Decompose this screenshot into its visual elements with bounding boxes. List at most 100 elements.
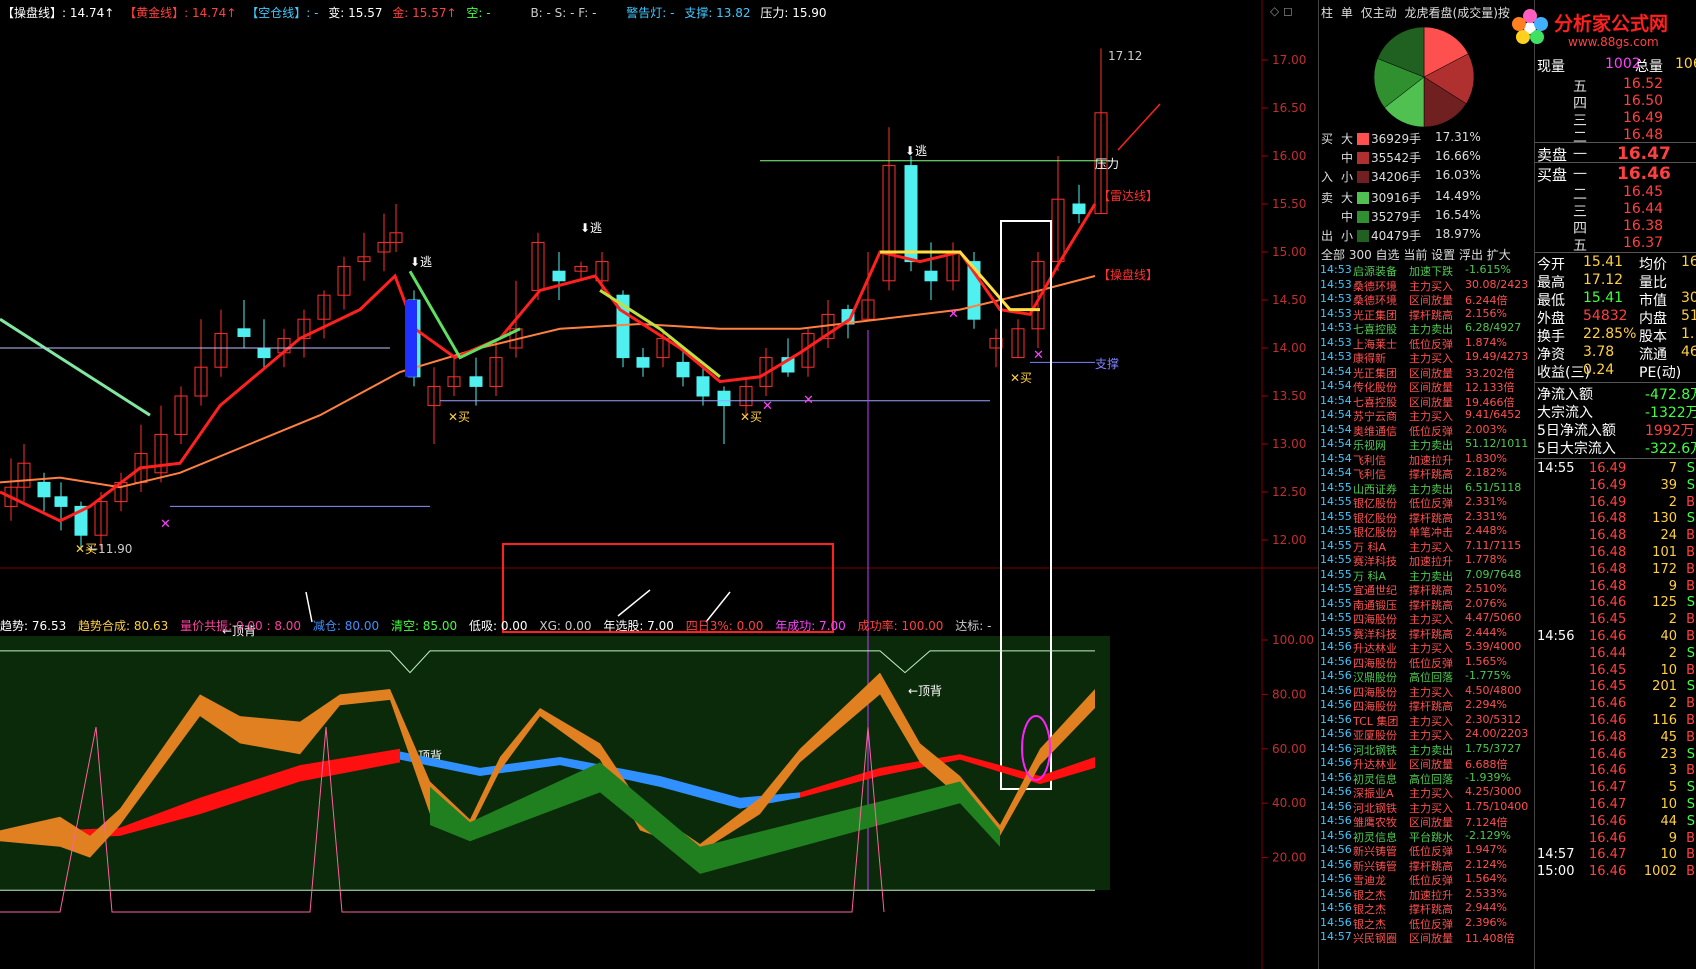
news-row[interactable]: 14:54 飞利信 撑杆跳高 2.182% — [1319, 466, 1535, 481]
news-row[interactable]: 14:56 亚厦股份 主力买入 24.00/2203 — [1319, 727, 1535, 742]
news-row[interactable]: 14:54 飞利信 加速拉升 1.830% — [1319, 452, 1535, 467]
kline-chart[interactable]: 17.00 16.50 16.00 15.50 15.00 14.50 14.00 13.50… — [0, 0, 1318, 969]
news-row[interactable]: 14:56 四海股份 撑杆跳高 2.294% — [1319, 698, 1535, 713]
quote-cell: 最高 — [1537, 275, 1565, 291]
signal-bar-blue — [405, 300, 417, 377]
tick-side: S — [1686, 477, 1695, 493]
main-chart-area[interactable]: 17.00 16.50 16.00 15.50 15.00 14.50 14.00 13.50… — [0, 0, 1318, 969]
news-row[interactable]: 14:53 启源装备 加速下跌 -1.615% — [1319, 263, 1535, 278]
news-row[interactable]: 14:56 四海股份 低位反弹 1.565% — [1319, 655, 1535, 670]
news-row[interactable]: 14:54 光正集团 区间放量 33.202倍 — [1319, 365, 1535, 380]
news-row[interactable]: 14:53 桑德环境 主力买入 30.08/2423 — [1319, 278, 1535, 293]
news-row[interactable]: 14:55 银亿股份 低位反弹 2.331% — [1319, 495, 1535, 510]
news-row[interactable]: 14:55 宜通世纪 撑杆跳高 2.510% — [1319, 582, 1535, 597]
quote-cell: 17.12 — [1583, 272, 1624, 288]
sub-tick-label: 80.00 — [1272, 687, 1306, 701]
tab-longhu[interactable]: 龙虎看盘(成交量)按 — [1405, 6, 1510, 20]
high-price-label: 17.12 — [1108, 49, 1142, 63]
tab-bar[interactable]: 柱 — [1321, 6, 1333, 20]
sub-indicator-header: 趋势: 76.53 趋势合成: 80.63 量价共振: 0.00 : 8.00 … — [0, 617, 999, 634]
news-row[interactable]: 14:56 河北钢铁 主力买入 1.75/10400 — [1319, 800, 1535, 815]
news-row[interactable]: 14:55 山西证券 主力卖出 6.51/5118 — [1319, 481, 1535, 496]
news-row[interactable]: 14:56 升达林业 区间放量 6.688倍 — [1319, 756, 1535, 771]
news-row[interactable]: 14:53 桑德环境 区间放量 6.244倍 — [1319, 292, 1535, 307]
news-row[interactable]: 14:55 银亿股份 撑杆跳高 2.331% — [1319, 510, 1535, 525]
news-row[interactable]: 14:53 康得新 主力买入 19.49/4273 — [1319, 350, 1535, 365]
divider — [1535, 382, 1696, 383]
quote-cell: 外盘 — [1537, 311, 1565, 327]
news-row[interactable]: 14:57 兴民钢圈 区间放量 11.408倍 — [1319, 930, 1535, 945]
news-row[interactable]: 14:54 传化股份 区间放量 12.133倍 — [1319, 379, 1535, 394]
news-row[interactable]: 14:53 上海莱士 低位反弹 1.874% — [1319, 336, 1535, 351]
news-row[interactable]: 14:54 奥维通信 低位反弹 2.003% — [1319, 423, 1535, 438]
caozuo-line-value: 【操盘线】: 14.74↑ — [2, 6, 115, 20]
window-controls[interactable]: ◇ ◻ — [1270, 4, 1293, 18]
quote-cell: PE(动) — [1639, 365, 1682, 381]
news-row[interactable]: 14:56 四海股份 主力买入 4.50/4800 — [1319, 684, 1535, 699]
tick-row: 14:56 16.46 40 B — [1535, 629, 1696, 646]
news-row[interactable]: 14:55 赛洋科技 加速拉升 1.778% — [1319, 553, 1535, 568]
news-row[interactable]: 14:54 乐视网 主力卖出 51.12/1011 — [1319, 437, 1535, 452]
news-row[interactable]: 14:55 赛洋科技 撑杆跳高 2.444% — [1319, 626, 1535, 641]
xg-value: XG: 0.00 — [539, 619, 592, 633]
news-row[interactable]: 14:55 四海股份 主力买入 4.47/5060 — [1319, 611, 1535, 626]
news-row[interactable]: 14:55 万 科A 主力买入 7.11/7115 — [1319, 539, 1535, 554]
quote-cell: 22.85% — [1583, 326, 1637, 342]
caopan-line-label: 【操盘线】 — [1098, 267, 1158, 282]
tick-time: 14:57 — [1537, 847, 1575, 863]
news-time: 14:56 — [1320, 843, 1352, 856]
news-row[interactable]: 14:56 深振业A 主力买入 4.25/3000 — [1319, 785, 1535, 800]
news-row[interactable]: 14:55 万 科A 主力卖出 7.09/7648 — [1319, 568, 1535, 583]
news-row[interactable]: 14:56 银之杰 加速拉升 2.533% — [1319, 887, 1535, 902]
escape-signal-label: ⬇逃 — [410, 255, 432, 269]
news-row[interactable]: 14:56 初灵信息 高位回落 -1.939% — [1319, 771, 1535, 786]
flow-swatch — [1357, 171, 1369, 183]
flow-row: 中 35542手 16.66% — [1319, 149, 1535, 168]
short-line-green — [408, 270, 521, 360]
news-row[interactable]: 14:56 雏鹰农牧 区间放量 7.124倍 — [1319, 814, 1535, 829]
filter-bar[interactable]: 全部 300 自选 当前 设置 浮出 扩大 — [1321, 246, 1511, 263]
tick-volume: 116 — [1652, 713, 1677, 728]
news-row[interactable]: 14:54 七喜控股 区间放量 19.466倍 — [1319, 394, 1535, 409]
flow-side: 出 — [1321, 229, 1334, 243]
news-row[interactable]: 14:56 升达林业 主力买入 5.39/4000 — [1319, 640, 1535, 655]
candle-body — [636, 357, 650, 368]
tick-volume: 201 — [1652, 679, 1677, 695]
news-row[interactable]: 14:55 南通锻压 撑杆跳高 2.076% — [1319, 597, 1535, 612]
tick-volume: 2 — [1668, 696, 1677, 712]
tick-price: 16.45 — [1589, 679, 1627, 695]
news-row[interactable]: 14:55 银亿股份 单笔冲击 2.448% — [1319, 524, 1535, 539]
tab-single[interactable]: 单 — [1341, 6, 1353, 20]
tab-active-only[interactable]: 仅主动 — [1361, 6, 1397, 20]
news-row[interactable]: 14:54 苏宁云商 主力买入 9.41/6452 — [1319, 408, 1535, 423]
news-time: 14:53 — [1320, 321, 1352, 334]
news-time: 14:54 — [1320, 393, 1352, 407]
news-value: 11.408倍 — [1465, 932, 1515, 945]
flow-size: 小 — [1341, 229, 1354, 243]
divider — [1535, 458, 1696, 459]
news-row[interactable]: 14:53 七喜控股 主力卖出 6.28/4927 — [1319, 321, 1535, 336]
sub-tick-label: 100.00 — [1272, 633, 1314, 647]
news-row[interactable]: 14:56 TCL 集团 主力买入 2.30/5312 — [1319, 713, 1535, 728]
tick-row: 16.46 44 S — [1535, 814, 1696, 831]
news-row[interactable]: 14:56 汉鼎股份 高位回落 -1.775% — [1319, 669, 1535, 684]
news-row[interactable]: 14:56 河北钢铁 主力卖出 1.75/3727 — [1319, 742, 1535, 757]
flow-row: 买大 36929手 17.31% — [1319, 130, 1535, 149]
news-row[interactable]: 14:56 银之杰 撑杆跳高 2.944% — [1319, 901, 1535, 916]
tick-side: S — [1686, 780, 1695, 796]
news-time: 14:53 — [1320, 292, 1352, 305]
news-row[interactable]: 14:56 新兴铸管 撑杆跳高 2.124% — [1319, 858, 1535, 873]
four-day-value: 四日3%: 0.00 — [685, 619, 764, 633]
news-row[interactable]: 14:56 雪迪龙 低位反弹 1.564% — [1319, 872, 1535, 887]
news-row[interactable]: 14:56 银之杰 低位反弹 2.396% — [1319, 916, 1535, 931]
news-time: 14:56 — [1320, 712, 1352, 726]
flow-pie-chart — [1373, 26, 1475, 128]
news-row[interactable]: 14:56 新兴铸管 低位反弹 1.947% — [1319, 843, 1535, 858]
news-row[interactable]: 14:53 光正集团 撑杆跳高 2.156% — [1319, 307, 1535, 322]
news-row[interactable]: 14:56 初灵信息 平台跳水 -2.129% — [1319, 829, 1535, 844]
flow-qty: 35279手 — [1371, 210, 1422, 224]
news-time: 14:55 — [1320, 567, 1352, 581]
quote-cell: 51 — [1681, 308, 1696, 324]
flow-pct: 16.54% — [1435, 208, 1481, 222]
tick-price: 16.48 — [1589, 578, 1627, 594]
